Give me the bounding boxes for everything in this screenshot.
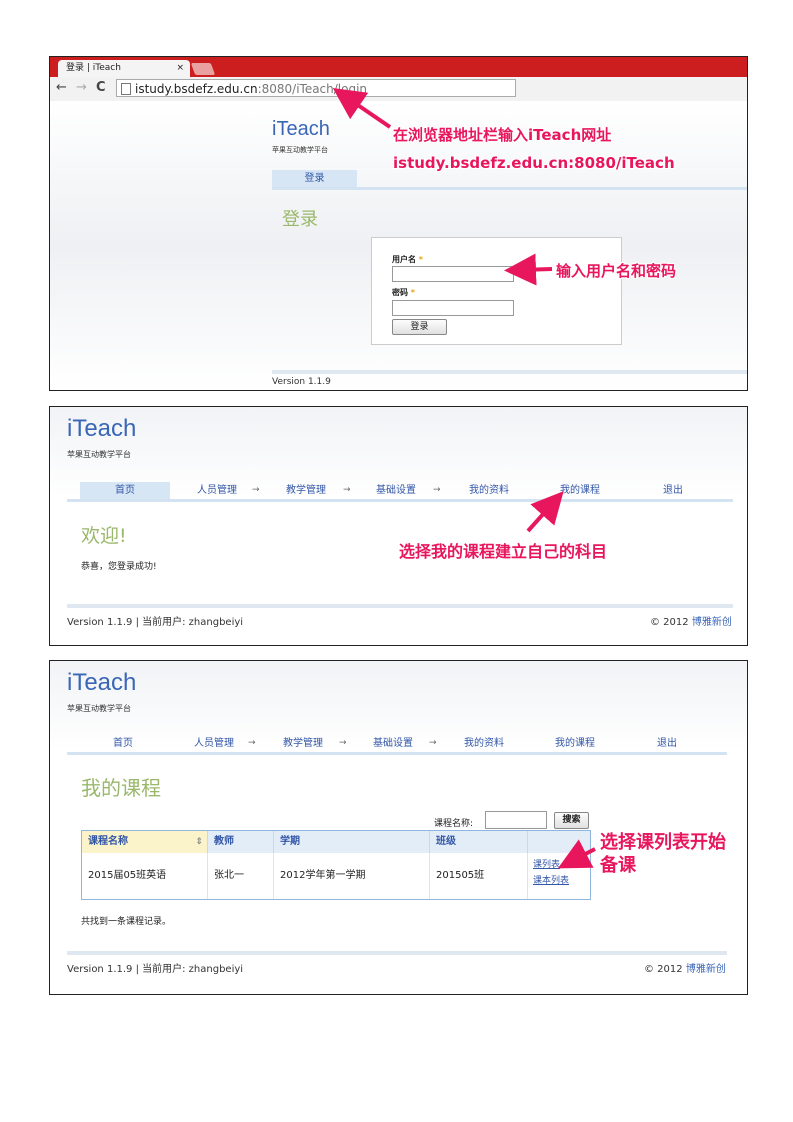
callout-arrows <box>526 491 564 533</box>
nav-home[interactable]: 首页 <box>113 735 133 752</box>
search-button[interactable]: 搜索 <box>554 812 589 829</box>
company-link[interactable]: 博雅新创 <box>692 617 732 628</box>
course-name-search-input[interactable] <box>485 811 547 829</box>
forward-arrow-icon[interactable]: → <box>76 80 87 95</box>
column-header-course-name[interactable]: 课程名称 ⇕ <box>82 831 208 853</box>
footer-copyright: © 2012 博雅新创 <box>650 617 732 628</box>
footer-divider <box>67 604 733 608</box>
page-title: 欢迎! <box>81 525 127 547</box>
cell-term: 2012学年第一学期 <box>274 853 430 899</box>
nav-teaching[interactable]: 教学管理 <box>283 735 323 752</box>
footer-version-user: Version 1.1.9 | 当前用户: zhangbeiyi <box>67 617 244 628</box>
main-nav: 首页 人员管理 → 教学管理 → 基础设置 → 我的资料 我的课程 退出 <box>80 482 733 499</box>
nav-arrow-icon: → <box>429 738 437 748</box>
footer-version-user: Version 1.1.9 | 当前用户: zhangbeiyi <box>67 964 244 975</box>
nav-teaching[interactable]: 教学管理 <box>286 482 326 499</box>
tab-close-icon[interactable]: × <box>176 60 184 77</box>
footer-divider <box>67 951 727 955</box>
cell-class: 201505班 <box>430 853 528 899</box>
page-title: 登录 <box>282 209 318 230</box>
column-header-teacher[interactable]: 教师 <box>208 831 274 853</box>
nav-settings[interactable]: 基础设置 <box>373 735 413 752</box>
reload-icon[interactable]: C <box>96 80 106 95</box>
sort-icon[interactable]: ⇕ <box>195 831 203 853</box>
brand-subtitle: 苹果互动教学平台 <box>67 704 131 713</box>
username-label: 用户名 * <box>392 255 423 264</box>
page-icon <box>121 83 131 95</box>
password-field[interactable] <box>392 300 514 316</box>
browser-address-bar: ← → C istudy.bsdefz.edu.cn:8080/iTeach/l… <box>50 77 747 102</box>
nav-arrow-icon: → <box>433 485 441 495</box>
nav-underline <box>67 752 727 755</box>
courses-screenshot-panel: iTeach 苹果互动教学平台 首页 人员管理 → 教学管理 → 基础设置 → … <box>49 660 748 995</box>
nav-underline <box>67 499 733 502</box>
url-host: istudy.bsdefz.edu.cn <box>135 82 258 96</box>
record-count: 共找到一条课程记录。 <box>81 917 172 927</box>
url-path: :8080/iTeach/login <box>257 82 368 96</box>
brand-logo: iTeach <box>67 669 137 696</box>
course-table: 课程名称 ⇕ 教师 学期 班级 2015届05班英语 张北一 2012学年第一学… <box>81 830 591 900</box>
search-label: 课程名称: <box>434 819 474 829</box>
nav-arrow-icon: → <box>339 738 347 748</box>
nav-arrow-icon: → <box>343 485 351 495</box>
column-header-class[interactable]: 班级 <box>430 831 528 853</box>
cell-teacher: 张北一 <box>208 853 274 899</box>
nav-arrow-icon: → <box>248 738 256 748</box>
success-message: 恭喜，您登录成功! <box>81 562 157 572</box>
nav-logout[interactable]: 退出 <box>663 482 683 499</box>
password-label: 密码 * <box>392 288 415 297</box>
url-input[interactable]: istudy.bsdefz.edu.cn:8080/iTeach/login <box>116 79 516 97</box>
callout-my-courses: 选择我的课程建立自己的科目 <box>399 542 608 561</box>
login-button[interactable]: 登录 <box>392 319 447 335</box>
nav-settings[interactable]: 基础设置 <box>376 482 416 499</box>
cell-actions: 课列表 课本列表 <box>528 853 590 899</box>
footer-divider <box>272 370 747 374</box>
nav-my-profile[interactable]: 我的资料 <box>469 482 509 499</box>
nav-my-courses[interactable]: 我的课程 <box>555 735 595 752</box>
callout-url-line1: 在浏览器地址栏输入iTeach网址 <box>393 126 612 144</box>
brand-subtitle: 苹果互动教学平台 <box>272 146 328 154</box>
username-field[interactable] <box>392 266 514 282</box>
login-form: 用户名 * 密码 * 登录 <box>371 237 622 345</box>
callout-url-line2: istudy.bsdefz.edu.cn:8080/iTeach <box>393 154 675 172</box>
new-tab-button[interactable] <box>190 63 216 75</box>
tab-title: 登录 | iTeach <box>66 63 121 73</box>
column-header-term[interactable]: 学期 <box>274 831 430 853</box>
nav-people[interactable]: 人员管理 <box>194 735 234 752</box>
company-link[interactable]: 博雅新创 <box>686 964 726 975</box>
tab-underline <box>272 187 747 190</box>
brand-subtitle: 苹果互动教学平台 <box>67 450 131 459</box>
browser-tab-bar: 登录 | iTeach × <box>50 57 747 77</box>
version-label: Version 1.1.9 <box>272 377 331 387</box>
tab-login[interactable]: 登录 <box>272 170 357 187</box>
page-title: 我的课程 <box>81 776 161 800</box>
main-nav: 首页 人员管理 → 教学管理 → 基础设置 → 我的资料 我的课程 退出 <box>80 735 733 752</box>
browser-tab[interactable]: 登录 | iTeach × <box>58 60 190 77</box>
callout-lesson-list-line2: 备课 <box>600 855 636 876</box>
callout-credentials: 输入用户名和密码 <box>556 262 677 280</box>
brand-logo: iTeach <box>272 118 330 140</box>
nav-people[interactable]: 人员管理 <box>197 482 237 499</box>
welcome-screenshot-panel: iTeach 苹果互动教学平台 首页 人员管理 → 教学管理 → 基础设置 → … <box>49 406 748 646</box>
nav-logout[interactable]: 退出 <box>657 735 677 752</box>
back-arrow-icon[interactable]: ← <box>56 80 67 95</box>
cell-course-name: 2015届05班英语 <box>82 853 208 899</box>
brand-logo: iTeach <box>67 415 137 442</box>
nav-home[interactable]: 首页 <box>80 482 170 499</box>
nav-my-courses[interactable]: 我的课程 <box>560 482 600 499</box>
nav-arrow-icon: → <box>252 485 260 495</box>
login-screenshot-panel: 登录 | iTeach × ← → C istudy.bsdefz.edu.cn… <box>49 56 748 391</box>
nav-my-profile[interactable]: 我的资料 <box>464 735 504 752</box>
arrow-to-my-courses <box>526 491 564 533</box>
textbook-list-link[interactable]: 课本列表 <box>533 858 569 904</box>
footer-copyright: © 2012 博雅新创 <box>644 964 726 975</box>
